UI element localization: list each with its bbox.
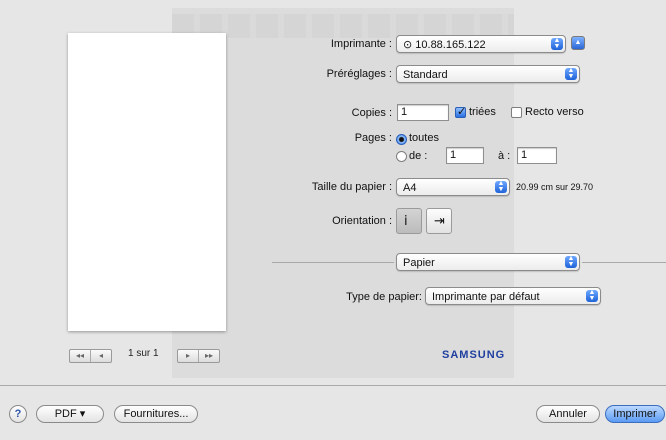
paper-size-select[interactable]: A4 ▲ ▼ bbox=[396, 178, 510, 196]
duplex-label: Recto verso bbox=[525, 106, 584, 118]
paper-dimensions: 20.99 cm sur 29.70 bbox=[516, 182, 594, 192]
printer-label: Imprimante : bbox=[330, 38, 392, 50]
copies-input[interactable]: 1 bbox=[397, 104, 449, 121]
copies-label: Copies : bbox=[351, 107, 392, 119]
page-indicator: 1 sur 1 bbox=[128, 348, 159, 359]
popup-arrows-icon: ▲ ▼ bbox=[551, 37, 563, 50]
preview-nav-back: ◂◂ ◂ bbox=[69, 349, 112, 363]
orientation-label: Orientation : bbox=[332, 215, 392, 227]
popup-arrows-icon: ▲ ▼ bbox=[565, 255, 577, 268]
next-page-button[interactable]: ▸ bbox=[178, 350, 199, 362]
first-page-button[interactable]: ◂◂ bbox=[70, 350, 91, 362]
presets-select[interactable]: Standard ▲ ▼ bbox=[396, 65, 580, 83]
preview-nav-forward: ▸ ▸▸ bbox=[177, 349, 220, 363]
cancel-button[interactable]: Annuler bbox=[536, 405, 600, 423]
print-dialog: ◂◂ ◂ 1 sur 1 ▸ ▸▸ Imprimante : ⊙ 10.88.1… bbox=[0, 0, 666, 440]
paper-type-select[interactable]: Imprimante par défaut ▲ ▼ bbox=[425, 287, 601, 305]
samsung-logo: SAMSUNG bbox=[442, 349, 506, 361]
landscape-icon: ⇥ bbox=[434, 213, 445, 228]
pages-from-label: de : bbox=[409, 150, 428, 162]
section-separator-right bbox=[582, 262, 666, 263]
duplex-checkbox[interactable] bbox=[511, 107, 522, 118]
paper-type-value: Imprimante par défaut bbox=[432, 291, 540, 303]
pages-from-input[interactable]: 1 bbox=[446, 147, 484, 164]
pages-to-input[interactable]: 1 bbox=[517, 147, 557, 164]
disclosure-triangle-icon[interactable]: ▲ bbox=[571, 36, 585, 50]
pages-all-radio[interactable] bbox=[396, 134, 407, 145]
pages-range-radio[interactable] bbox=[396, 151, 407, 162]
printer-value: ⊙ 10.88.165.122 bbox=[403, 39, 486, 51]
print-button[interactable]: Imprimer bbox=[605, 405, 665, 423]
supplies-button[interactable]: Fournitures... bbox=[114, 405, 198, 423]
section-value: Papier bbox=[403, 257, 435, 269]
popup-arrows-icon: ▲ ▼ bbox=[586, 289, 598, 302]
portrait-icon: ⅰ bbox=[404, 213, 408, 228]
presets-value: Standard bbox=[403, 69, 448, 81]
landscape-button[interactable]: ⇥ bbox=[426, 208, 452, 234]
paper-size-value: A4 bbox=[403, 182, 417, 194]
printer-select[interactable]: ⊙ 10.88.165.122 ▲ ▼ bbox=[396, 35, 566, 53]
pages-label: Pages : bbox=[354, 132, 392, 144]
pages-all-label: toutes bbox=[409, 132, 439, 144]
section-select[interactable]: Papier ▲ ▼ bbox=[396, 253, 580, 271]
popup-arrows-icon: ▲ ▼ bbox=[565, 67, 577, 80]
paper-size-label: Taille du papier : bbox=[311, 181, 392, 193]
footer-separator bbox=[0, 385, 666, 386]
collated-checkbox[interactable] bbox=[455, 105, 466, 118]
section-separator-left bbox=[272, 262, 394, 263]
pages-to-label: à : bbox=[498, 150, 511, 162]
help-button[interactable]: ? bbox=[9, 405, 27, 423]
paper-type-label: Type de papier: bbox=[346, 291, 422, 303]
pdf-menu-button[interactable]: PDF ▾ bbox=[36, 405, 104, 423]
portrait-button[interactable]: ⅰ bbox=[396, 208, 422, 234]
page-preview bbox=[68, 33, 226, 331]
last-page-button[interactable]: ▸▸ bbox=[199, 350, 219, 362]
previous-page-button[interactable]: ◂ bbox=[91, 350, 111, 362]
presets-label: Préréglages : bbox=[326, 68, 392, 80]
collated-label: triées bbox=[469, 106, 496, 118]
popup-arrows-icon: ▲ ▼ bbox=[495, 180, 507, 193]
